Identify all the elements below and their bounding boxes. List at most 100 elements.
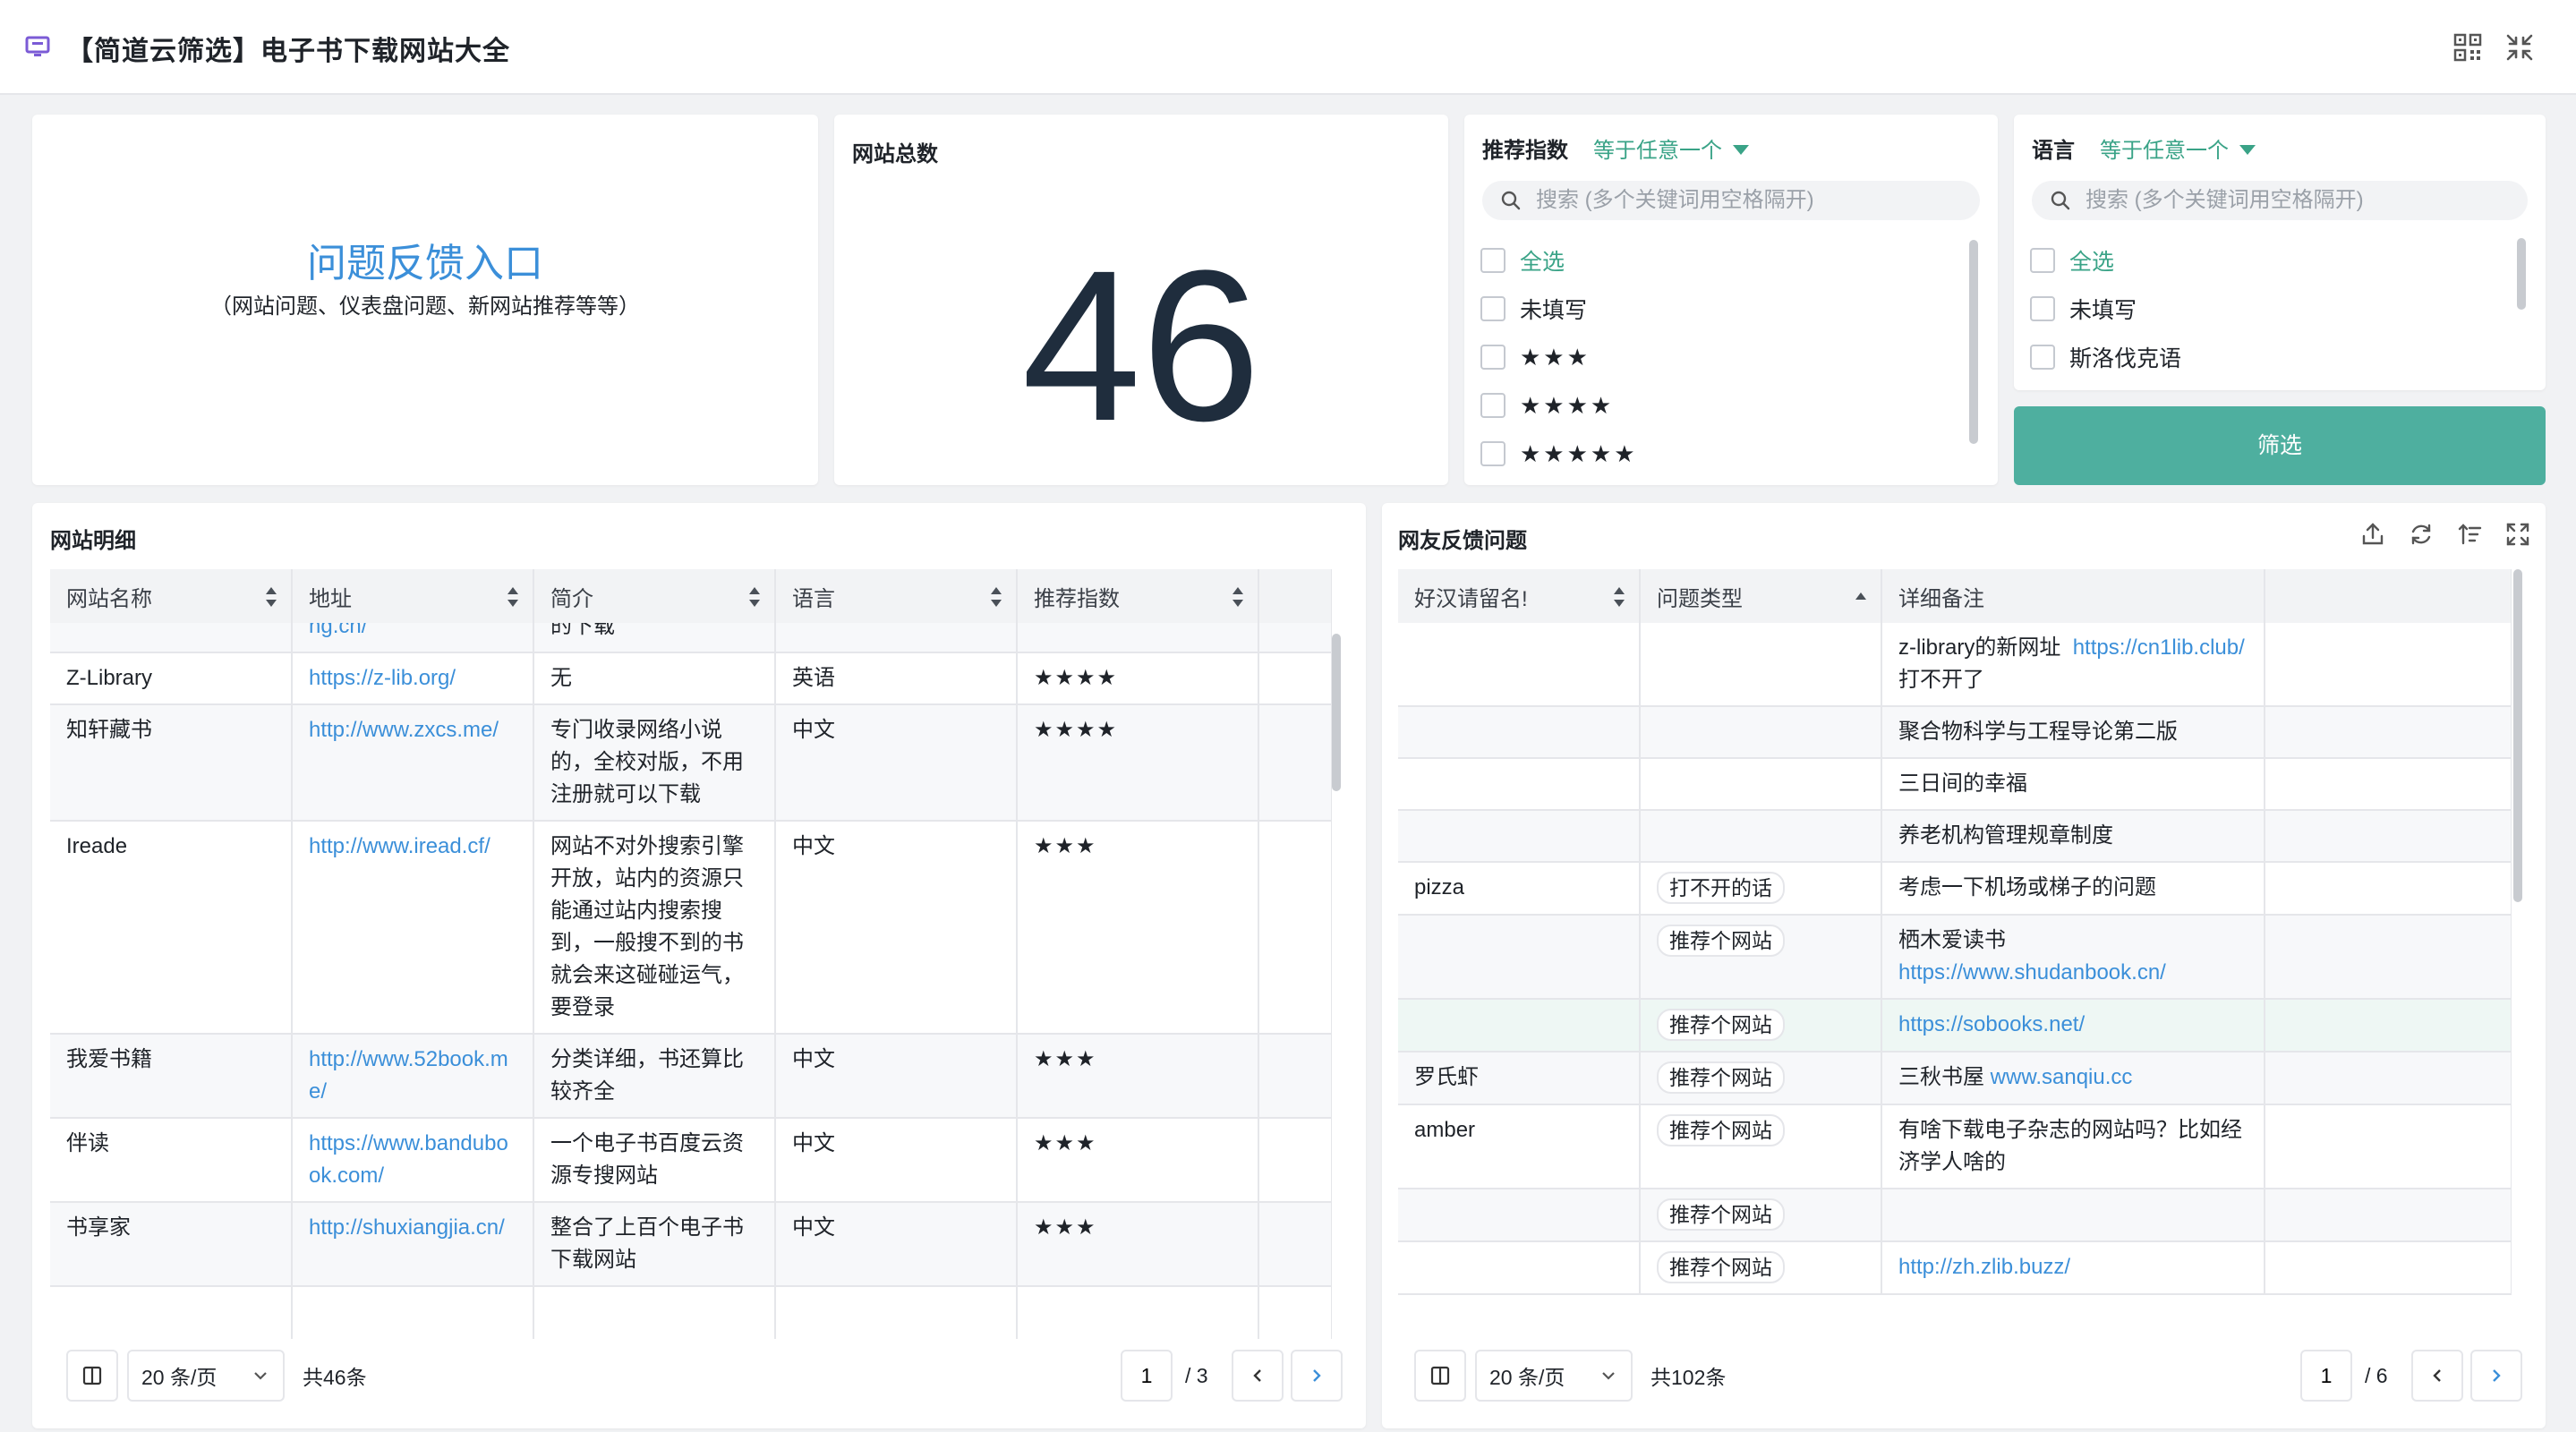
checkbox[interactable] [1480,393,1506,418]
site-link[interactable]: ng.cn/ [309,623,367,638]
rating-search-input[interactable] [1536,188,1944,213]
apply-filter-button[interactable]: 筛选 [2014,406,2546,485]
table-row[interactable]: ng.cn/的下载 [50,623,1332,653]
table-row[interactable]: z-library的新网址 https://cn1lib.club/打不开了 [1398,623,2512,707]
col-site-name[interactable]: 网站名称 [50,569,293,623]
table-row[interactable]: 知轩藏书 http://www.zxcs.me/专门收录网络小说的，全校对版，不用… [50,704,1332,822]
rating-search[interactable] [1482,181,1980,220]
table-row[interactable]: amber 推荐个网站 有啥下载电子杂志的网站吗？比如经济学人啥的 [1398,1104,2512,1189]
language-option-slovak[interactable]: 斯洛伐克语 [2030,333,2510,381]
feedback-entry-link[interactable]: 问题反馈入口 [32,231,818,288]
sort-icon[interactable] [1233,587,1243,607]
next-page-button[interactable] [1290,1350,1343,1402]
column-toggle-icon[interactable] [66,1350,118,1402]
prev-page-button[interactable] [2410,1350,2463,1402]
sort-icon[interactable] [508,587,518,607]
collapse-icon[interactable] [2504,32,2535,63]
site-link[interactable]: https://z-lib.org/ [309,666,456,690]
qrcode-icon[interactable] [2452,32,2483,63]
table-row[interactable]: 我爱书籍 http://www.52book.me/分类详细，书还算比较齐全 中文 ★… [50,1034,1332,1119]
feedback-page-count: / 6 [2365,1363,2388,1387]
checkbox[interactable] [2030,296,2055,321]
rating-option-5[interactable]: ★★★★★ [1480,430,1962,478]
col-feedback-type[interactable]: 问题类型 [1640,569,1882,623]
language-filter-operator[interactable]: 等于任意一个 [2100,132,2256,164]
table-row[interactable]: 伴读 https://www.bandubook.com/一个电子书百度云资源专搜… [50,1118,1332,1203]
site-link[interactable]: http://www.iread.cf/ [309,834,490,858]
checkbox[interactable] [2030,248,2055,273]
language-search-input[interactable] [2086,188,2492,213]
feedback-page-input[interactable] [2300,1350,2352,1402]
table-row[interactable]: 养老机构管理规章制度 [1398,810,2512,863]
site-link[interactable]: http://www.zxcs.me/ [309,718,499,742]
language-scrollbar[interactable] [2517,238,2526,310]
sort-icon[interactable] [2456,521,2483,548]
sites-total-count: 共46条 [303,1366,367,1389]
feedback-link[interactable]: www.sanqiu.cc [1991,1065,2133,1089]
checkbox[interactable] [1480,296,1506,321]
sort-icon[interactable] [1614,587,1625,607]
col-feedback-note[interactable]: 详细备注 [1881,569,2265,623]
rating-option-3[interactable]: ★★★ [1480,333,1962,381]
prev-page-button[interactable] [1231,1350,1284,1402]
table-row[interactable]: 推荐个网站 栖木爱读书 https://www.shudanbook.cn/ [1398,915,2512,1000]
col-site-rating[interactable]: 推荐指数 [1017,569,1259,623]
table-row[interactable] [50,1286,1332,1339]
checkbox[interactable] [1480,441,1506,466]
table-row[interactable]: 罗氏虾 推荐个网站 三秋书屋 www.sanqiu.cc [1398,1052,2512,1105]
checkbox[interactable] [1480,345,1506,370]
sort-icon[interactable] [991,587,1002,607]
checkbox[interactable] [1480,248,1506,273]
sort-asc-icon[interactable] [1855,587,1866,607]
table-row[interactable]: 聚合物科学与工程导论第二版 [1398,706,2512,759]
language-search[interactable] [2032,181,2528,220]
feedback-page-size-select[interactable]: 20 条/页 [1475,1350,1633,1402]
sites-page-input[interactable] [1121,1350,1173,1402]
sites-page-size-select[interactable]: 20 条/页 [127,1350,285,1402]
language-option-all[interactable]: 全选 [2030,236,2510,285]
table-row[interactable]: 推荐个网站 [1398,1189,2512,1242]
sort-icon[interactable] [749,587,760,607]
rating-option-all[interactable]: 全选 [1480,236,1962,285]
site-link[interactable]: http://shuxiangjia.cn/ [309,1215,505,1240]
table-row[interactable]: 三日间的幸福 [1398,758,2512,811]
table-row[interactable]: Ireade http://www.iread.cf/网站不对外搜索引擎开放，站内… [50,821,1332,1035]
chevron-down-icon [1602,1372,1615,1380]
table-row[interactable]: pizza 打不开的话 考虑一下机场或梯子的问题 [1398,862,2512,916]
rating-option-4[interactable]: ★★★★ [1480,381,1962,430]
table-row[interactable]: 推荐个网站 https://sobooks.net/ [1398,999,2512,1053]
sites-table: 网站名称 地址 简介 语言 推荐指数 ng.cn/的下载 Z-Library ht… [50,569,1332,1339]
site-link[interactable]: https://www.bandubook.com/ [309,1131,508,1188]
table-row[interactable]: Z-Library https://z-lib.org/无英语 ★★★★ [50,652,1332,705]
column-toggle-icon[interactable] [1414,1350,1466,1402]
export-icon[interactable] [2359,521,2386,548]
refresh-icon[interactable] [2408,521,2435,548]
rating-filter-operator[interactable]: 等于任意一个 [1593,132,1749,164]
feedback-link[interactable]: https://www.shudanbook.cn/ [1898,960,2166,984]
search-icon [1501,191,1521,210]
language-option-empty[interactable]: 未填写 [2030,285,2510,333]
sites-page-nav: / 3 [1121,1344,1343,1407]
sort-icon[interactable] [266,587,277,607]
language-options: 全选 未填写 斯洛伐克语 [2030,236,2510,381]
site-link[interactable]: http://www.52book.me/ [309,1047,508,1104]
rating-option-empty[interactable]: 未填写 [1480,285,1962,333]
checkbox[interactable] [2030,345,2055,370]
col-site-url[interactable]: 地址 [292,569,534,623]
feedback-scrollbar[interactable] [2513,569,2522,902]
feedback-link[interactable]: http://zh.zlib.buzz/ [1898,1255,2070,1279]
col-feedback-name[interactable]: 好汉请留名! [1398,569,1641,623]
col-filler [1258,569,1332,623]
table-row[interactable]: 推荐个网站 http://zh.zlib.buzz/ [1398,1241,2512,1295]
col-site-desc[interactable]: 简介 [533,569,776,623]
feedback-toolbar [2338,521,2531,548]
sites-scrollbar[interactable] [1332,634,1341,791]
fullscreen-icon[interactable] [2504,521,2531,548]
rating-scrollbar[interactable] [1969,240,1978,444]
next-page-button[interactable] [2469,1350,2522,1402]
table-row[interactable]: 书享家 http://shuxiangjia.cn/整合了上百个电子书下载网站 中文… [50,1202,1332,1287]
issue-type-tag: 推荐个网站 [1657,925,1785,957]
feedback-link[interactable]: https://cn1lib.club/ [2073,635,2245,660]
col-site-lang[interactable]: 语言 [775,569,1018,623]
feedback-link[interactable]: https://sobooks.net/ [1898,1012,2085,1036]
